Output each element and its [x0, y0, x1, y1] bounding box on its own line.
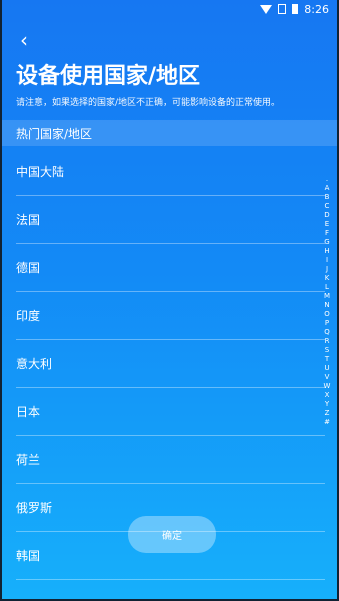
index-letter[interactable]: B: [325, 193, 330, 202]
index-letter[interactable]: Q: [324, 328, 330, 337]
list-item-country[interactable]: 日本: [16, 388, 325, 436]
index-letter[interactable]: D: [324, 211, 329, 220]
list-item-country[interactable]: 德国: [16, 244, 325, 292]
confirm-button[interactable]: 确定: [128, 516, 216, 553]
index-letter[interactable]: X: [325, 391, 330, 400]
index-letter[interactable]: Z: [325, 409, 330, 418]
index-letter[interactable]: W: [324, 382, 331, 391]
list-item-country[interactable]: 荷兰: [16, 436, 325, 484]
status-bar: 8:26: [2, 0, 337, 18]
list-item-country[interactable]: 印度: [16, 292, 325, 340]
index-letter[interactable]: Y: [325, 400, 329, 409]
index-letter[interactable]: L: [325, 283, 329, 292]
index-letter[interactable]: E: [325, 220, 329, 229]
index-letter[interactable]: C: [325, 202, 330, 211]
list-item-country[interactable]: 意大利: [16, 340, 325, 388]
index-letter[interactable]: N: [324, 301, 329, 310]
alphabet-index-bar[interactable]: . A B C D E F G H I J K L M N O P Q R S T U V W X Y Z #: [321, 175, 333, 427]
index-letter[interactable]: G: [324, 238, 329, 247]
index-letter[interactable]: M: [324, 292, 330, 301]
battery-icon: [292, 4, 299, 14]
index-letter[interactable]: .: [326, 175, 328, 184]
index-letter[interactable]: #: [324, 418, 330, 427]
index-letter[interactable]: J: [326, 265, 328, 274]
index-letter[interactable]: P: [325, 319, 329, 328]
sim-icon: [278, 4, 287, 14]
section-header-popular: 热门国家/地区: [2, 120, 337, 146]
index-letter[interactable]: I: [326, 256, 328, 265]
index-letter[interactable]: V: [325, 373, 330, 382]
index-letter[interactable]: F: [325, 229, 329, 238]
index-letter[interactable]: H: [324, 247, 329, 256]
status-time: 8:26: [304, 2, 329, 16]
list-item-country[interactable]: 法国: [16, 196, 325, 244]
index-letter[interactable]: O: [324, 310, 330, 319]
index-letter[interactable]: U: [324, 364, 329, 373]
back-button[interactable]: ‹: [12, 28, 36, 52]
index-letter[interactable]: R: [325, 337, 330, 346]
chevron-left-icon: ‹: [20, 28, 28, 52]
index-letter[interactable]: K: [325, 274, 330, 283]
list-item-country[interactable]: 中国大陆: [16, 148, 325, 196]
page-title: 设备使用国家/地区: [16, 64, 201, 89]
index-letter[interactable]: A: [325, 184, 330, 193]
wifi-icon: [260, 4, 273, 14]
page-subtitle: 请注意，如果选择的国家/地区不正确，可能影响设备的正常使用。: [16, 98, 281, 108]
index-letter[interactable]: T: [325, 355, 329, 364]
index-letter[interactable]: S: [325, 346, 329, 355]
